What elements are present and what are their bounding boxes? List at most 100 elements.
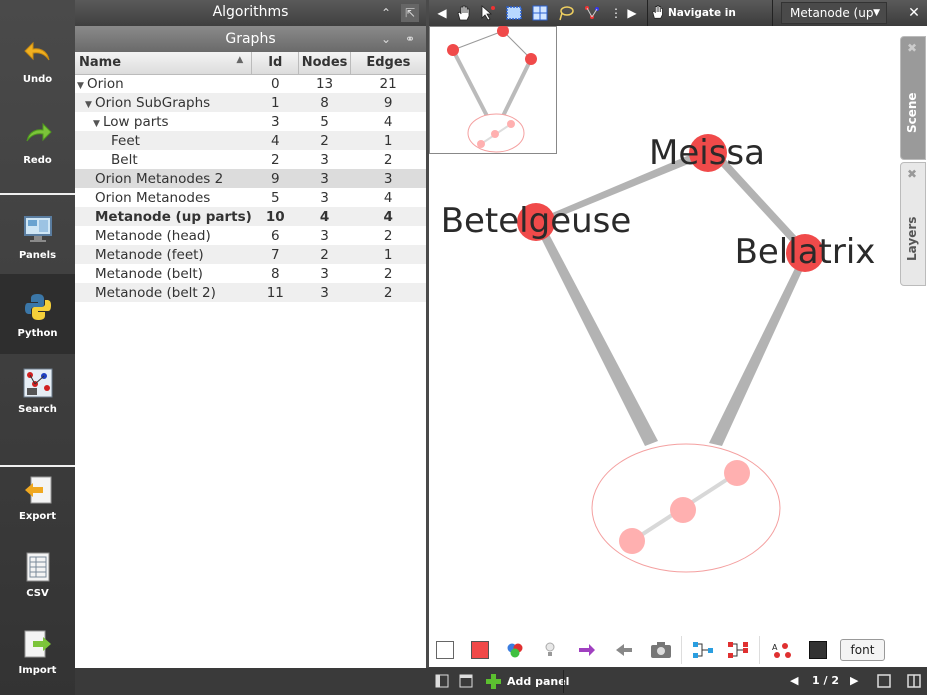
select-pointer-icon[interactable] <box>479 4 497 22</box>
cell-id: 8 <box>271 265 280 282</box>
cell-name: Metanode (belt 2) <box>75 283 252 302</box>
table-row[interactable]: ▼ Orion 0 13 21 <box>75 74 426 93</box>
graphs-table: Name ▲ Id Nodes Edges ▼ Orion 0 13 21 ▼ Orion S… <box>75 52 426 302</box>
collapse-icon[interactable]: ⌃ <box>377 4 395 22</box>
status-separator <box>563 670 564 693</box>
cell-edges: 21 <box>379 75 397 92</box>
graph-canvas[interactable]: Meissa Betelgeuse Bellatrix <box>429 26 899 667</box>
table-row[interactable]: Belt 2 3 2 <box>75 150 426 169</box>
scroll-right-icon[interactable]: ▶ <box>623 4 641 22</box>
search-button[interactable]: Search <box>0 368 75 415</box>
tab-scene[interactable]: ✖ Scene <box>900 36 926 160</box>
edge-bellatrix-metanode[interactable] <box>709 254 809 446</box>
toolbar-separator <box>0 193 75 195</box>
expand-triangle-icon[interactable]: ▼ <box>77 81 87 91</box>
label-position-icon[interactable]: A <box>771 641 793 659</box>
meta-node[interactable] <box>619 528 645 554</box>
edge-betelgeuse-metanode[interactable] <box>533 219 658 446</box>
column-header-name[interactable]: Name ▲ <box>75 52 253 75</box>
csv-button[interactable]: CSV <box>0 552 75 599</box>
hand-navigate-icon[interactable] <box>455 4 473 22</box>
table-header-row: Name ▲ Id Nodes Edges <box>75 52 426 75</box>
cell-nodes: 2 <box>298 245 351 264</box>
link-icon[interactable]: ⚭ <box>401 30 419 48</box>
light-bulb-icon[interactable] <box>541 641 559 659</box>
hand-icon <box>652 5 663 19</box>
column-header-nodes[interactable]: Nodes <box>298 52 351 75</box>
cell-nodes: 2 <box>298 131 351 150</box>
cell-nodes: 3 <box>320 151 329 168</box>
chevron-down-icon[interactable]: ⌄ <box>377 30 395 48</box>
table-row[interactable]: Metanode (belt 2) 11 3 2 <box>75 283 426 302</box>
export-button[interactable]: Export <box>0 475 75 522</box>
table-row[interactable]: Metanode (up parts) 10 4 4 <box>75 207 426 226</box>
cell-name: Orion Metanodes 2 <box>75 169 252 188</box>
table-row[interactable]: Metanode (feet) 7 2 1 <box>75 245 426 264</box>
meta-node[interactable] <box>670 497 696 523</box>
cell-name: ▼ Orion <box>77 75 124 92</box>
cell-id: 6 <box>271 227 280 244</box>
previous-page-icon[interactable]: ◀ <box>790 674 798 687</box>
edge-arrow-color-icon[interactable] <box>578 641 596 659</box>
table-row[interactable]: Metanode (belt) 8 3 2 <box>75 264 426 283</box>
edge-bends-icon[interactable] <box>692 641 714 659</box>
graph-view-select[interactable]: Metanode (up ▼ <box>781 2 887 24</box>
add-panel-button[interactable]: Add panel <box>485 668 569 695</box>
close-icon[interactable]: ✕ <box>905 4 923 22</box>
next-page-icon[interactable]: ▶ <box>850 674 858 687</box>
label-color-icon[interactable] <box>809 641 827 659</box>
screenshot-camera-icon[interactable] <box>650 641 672 659</box>
color-scale-icon[interactable] <box>506 641 524 659</box>
close-icon[interactable]: ✖ <box>907 167 917 181</box>
cell-id: 3 <box>271 113 280 130</box>
edge-bends-red-icon[interactable] <box>727 641 749 659</box>
background-color-icon[interactable] <box>436 641 454 659</box>
close-icon[interactable]: ✖ <box>907 41 917 55</box>
split-view-icon[interactable] <box>907 674 921 688</box>
undo-button[interactable]: Undo <box>0 38 75 85</box>
overview-minimap[interactable] <box>429 26 557 154</box>
table-row[interactable]: ▼ Low parts 3 5 4 <box>75 112 426 131</box>
layout-panel-icon[interactable] <box>435 674 449 688</box>
table-row[interactable]: Orion Metanodes 2933 <box>75 169 426 188</box>
algorithms-panel-header[interactable]: Algorithms ⌃ ⇱ <box>75 0 426 26</box>
column-header-edges[interactable]: Edges <box>350 52 426 75</box>
view-bottom-toolbar: A font <box>429 632 899 667</box>
graphs-panel-header[interactable]: Graphs ⌄ ⚭ <box>75 26 426 52</box>
scroll-left-icon[interactable]: ◀ <box>433 4 451 22</box>
expand-triangle-icon[interactable]: ▼ <box>93 119 103 129</box>
grid-select-icon[interactable] <box>531 4 549 22</box>
cell-edges: 4 <box>383 189 393 206</box>
tulip-window: Undo Redo Panels Python Search Export CS… <box>0 0 927 695</box>
table-row[interactable]: ▼ Orion SubGraphs 1 8 9 <box>75 93 426 112</box>
table-row[interactable]: Orion Metanodes 5 3 4 <box>75 188 426 207</box>
expand-triangle-icon[interactable]: ▼ <box>85 100 95 110</box>
detach-icon[interactable]: ⇱ <box>401 4 419 22</box>
python-button[interactable]: Python <box>0 292 75 339</box>
tab-layers[interactable]: ✖ Layers <box>900 162 926 286</box>
lasso-icon[interactable] <box>557 4 575 22</box>
single-view-icon[interactable] <box>877 674 891 688</box>
cell-id: 9 <box>251 169 299 188</box>
navigate-mode-label[interactable]: Navigate in graph <box>647 0 773 45</box>
cell-edges: 1 <box>350 131 426 150</box>
table-row[interactable]: Feet 4 2 1 <box>75 131 426 150</box>
panels-button[interactable]: Panels <box>0 214 75 261</box>
window-icon[interactable] <box>459 674 473 688</box>
rectangle-select-icon[interactable] <box>505 4 523 22</box>
edge-arrow-icon[interactable] <box>615 641 633 659</box>
redo-button[interactable]: Redo <box>0 119 75 166</box>
cell-nodes: 3 <box>320 227 329 244</box>
cell-id: 5 <box>271 189 280 206</box>
column-header-id[interactable]: Id <box>251 52 300 75</box>
cell-id: 7 <box>251 245 299 264</box>
node-color-icon[interactable] <box>471 641 489 659</box>
meta-node[interactable] <box>724 460 750 486</box>
font-button[interactable]: font <box>840 639 885 661</box>
cell-edges: 1 <box>350 245 426 264</box>
cell-name: Metanode (feet) <box>75 245 252 264</box>
table-row[interactable]: Metanode (head) 6 3 2 <box>75 226 426 245</box>
svg-text:A: A <box>772 643 778 652</box>
graph-edit-icon[interactable] <box>583 4 601 22</box>
import-button[interactable]: Import <box>0 629 75 676</box>
